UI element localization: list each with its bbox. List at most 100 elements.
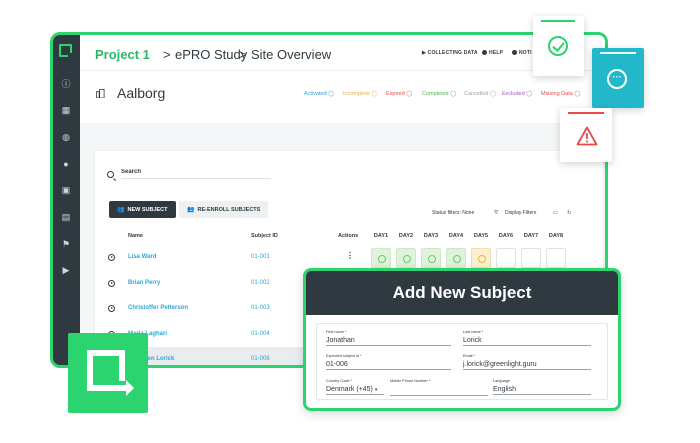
day-status-cell[interactable]: [471, 248, 491, 268]
subject-id-link[interactable]: 01-004: [251, 331, 270, 337]
column-header-subject-id[interactable]: Subject ID: [251, 233, 278, 239]
status-legend-item: Incomplete ◯: [343, 91, 378, 97]
document-icon[interactable]: ▤: [61, 212, 71, 222]
email-label: Email *: [463, 354, 476, 358]
day-status-cell[interactable]: [396, 248, 416, 268]
play-circle-icon[interactable]: [108, 305, 115, 312]
breadcrumb-page: Site Overview: [251, 47, 332, 62]
flag-icon[interactable]: ⚑: [61, 239, 71, 249]
status-legend-item: Excluded ◯: [502, 91, 533, 97]
new-subject-button[interactable]: 👥 NEW SUBJECT: [109, 201, 176, 218]
site-title: Aalborg: [117, 85, 166, 101]
alert-icon[interactable]: ●: [61, 159, 71, 169]
card-accent-bar: [541, 20, 575, 22]
day-status-cell[interactable]: [496, 248, 516, 268]
warning-card: [560, 108, 612, 162]
country-code-select[interactable]: Denmark (+45) ▾: [326, 386, 384, 395]
status-legend-item: Missing Data ◯: [541, 91, 581, 97]
incomplete-card: ···: [592, 48, 644, 108]
more-dots-icon: ···: [607, 69, 627, 89]
last-name-label: Last name *: [463, 330, 484, 334]
sidebar: ⓘ ▦ ◍ ● ▣ ▤ ⚑ ▶: [53, 35, 80, 365]
column-header-day: DAY4: [448, 233, 464, 239]
search-input[interactable]: [121, 169, 271, 179]
breadcrumb-separator: >: [239, 47, 247, 62]
top-bar: Project 1 > ePRO Study > Site Overview ▶…: [80, 35, 605, 71]
status-circle-icon: ◯: [574, 91, 581, 97]
refresh-icon[interactable]: ↻: [567, 210, 571, 216]
first-name-field[interactable]: Jonathan: [326, 337, 451, 346]
day-status-cell[interactable]: [371, 248, 391, 268]
more-actions-icon[interactable]: ⋮: [346, 251, 354, 260]
users-icon: 👥: [187, 207, 195, 213]
first-name-label: First name *: [326, 330, 347, 334]
info-icon[interactable]: ⓘ: [61, 79, 71, 89]
globe-icon[interactable]: ◍: [61, 132, 71, 142]
app-logo-icon[interactable]: [59, 44, 73, 58]
dashboard-icon[interactable]: ▦: [61, 105, 71, 115]
completed-card: [533, 16, 584, 76]
expected-id-label: Expected subject id *: [326, 354, 362, 358]
status-legend-item: Expired ◯: [386, 91, 413, 97]
table-row[interactable]: Lisa Ward 01-001 ⋮: [95, 245, 603, 270]
subject-name-link[interactable]: Lisa Ward: [128, 254, 156, 260]
subject-id-link[interactable]: 01-006: [251, 356, 270, 362]
column-header-name[interactable]: Name: [128, 233, 143, 239]
column-header-day: DAY3: [423, 233, 439, 239]
breadcrumb-project[interactable]: Project 1: [95, 47, 150, 62]
email-field[interactable]: j.lorick@greenlight.guru: [463, 361, 591, 370]
subject-id-link[interactable]: 01-001: [251, 254, 270, 260]
status-circle-icon: ◯: [526, 91, 533, 97]
chevron-down-icon: ▾: [374, 387, 378, 393]
status-circle-icon: ◯: [371, 91, 378, 97]
search-icon: [107, 171, 114, 178]
play-circle-icon[interactable]: [108, 279, 115, 287]
day-status-cell[interactable]: [546, 248, 566, 268]
notifications-link[interactable]: NOTI: [512, 50, 532, 56]
subject-id-link[interactable]: 01-002: [251, 280, 270, 286]
subject-id-link[interactable]: 01-003: [251, 305, 270, 311]
add-subject-form: First name * Jonathan Last name * Lorick…: [316, 323, 608, 400]
status-legend-item: Completed ◯: [422, 91, 457, 97]
status-filters-label: Status filters: None: [432, 210, 475, 216]
logo-arrow: [115, 380, 134, 396]
image-icon[interactable]: ▣: [61, 185, 71, 195]
bell-icon: [512, 50, 517, 56]
modal-title: Add New Subject: [306, 271, 618, 315]
settings-icon[interactable]: ▭: [553, 210, 558, 216]
mobile-phone-label: Mobile Phone Number *: [390, 379, 431, 383]
status-legend-item: Cancelled ◯: [464, 91, 497, 97]
brand-logo-icon: [68, 333, 148, 413]
column-header-day: DAY6: [498, 233, 514, 239]
status-circle-icon: ◯: [490, 91, 497, 97]
last-name-field[interactable]: Lorick: [463, 337, 591, 346]
add-subject-modal: Add New Subject First name * Jonathan La…: [303, 268, 621, 411]
day-status-cell[interactable]: [446, 248, 466, 268]
day-status-cell[interactable]: [521, 248, 541, 268]
warning-icon: [576, 126, 598, 146]
subject-name-link[interactable]: Brian Perry: [128, 280, 160, 286]
help-link[interactable]: HELP: [482, 50, 503, 56]
mobile-phone-field[interactable]: [390, 386, 488, 396]
column-header-day: DAY2: [398, 233, 414, 239]
display-filters-button[interactable]: Display Filters: [505, 210, 536, 216]
collecting-data-link[interactable]: ▶ COLLECTING DATA: [422, 50, 478, 56]
help-icon: [482, 50, 487, 56]
column-header-day: DAY8: [548, 233, 564, 239]
status-circle-icon: ◯: [406, 91, 413, 97]
status-legend-item: Activated ◯: [304, 91, 335, 97]
play-circle-icon[interactable]: [108, 254, 115, 261]
language-select[interactable]: English: [493, 386, 591, 395]
status-circle-icon: ◯: [450, 91, 457, 97]
subject-name-link[interactable]: Christoffer Petterson: [128, 305, 188, 311]
day-status-cell[interactable]: [421, 248, 441, 268]
reenroll-subjects-button[interactable]: 👥 RE-ENROLL SUBJECTS: [179, 201, 269, 218]
expected-id-field[interactable]: 01-006: [326, 361, 451, 370]
breadcrumb-study[interactable]: ePRO Study: [175, 47, 247, 62]
column-header-day: DAY7: [523, 233, 539, 239]
filter-icon[interactable]: ⛛: [494, 210, 498, 216]
play-icon[interactable]: ▶: [61, 265, 71, 275]
building-icon: [96, 89, 105, 98]
status-circle-icon: ◯: [328, 91, 335, 97]
language-label: Language: [493, 379, 510, 383]
